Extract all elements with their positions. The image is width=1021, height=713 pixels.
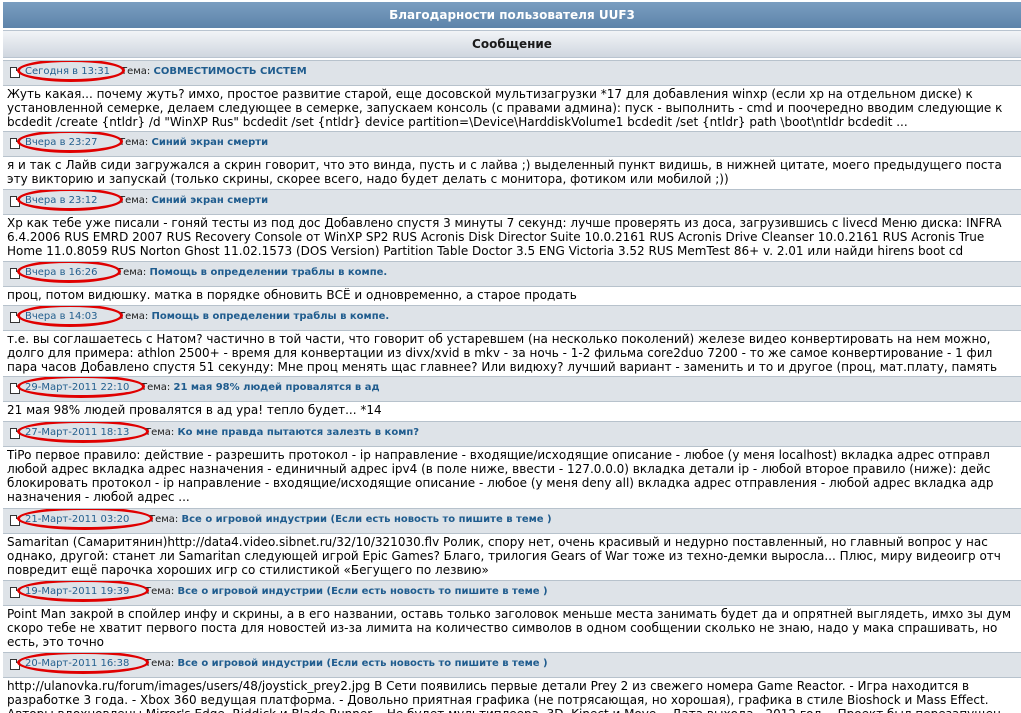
post-header: Вчера в 23:27 Тема: Синий экран смерти [3, 131, 1021, 157]
topic-prefix: Тема: [145, 427, 175, 438]
post-header: 27-Март-2011 18:13 Тема: Ко мне правда пы… [3, 421, 1021, 447]
post-topic-link[interactable]: Все о игровой индустрии (Если есть новос… [178, 658, 548, 669]
post-header: 20-Март-2011 16:38 Тема: Все о игровой ин… [3, 652, 1021, 678]
post-text-line: т.е. вы соглашаетесь с Натом? частично в… [7, 332, 991, 346]
post-text-line: есть, это точно [7, 635, 105, 649]
thanks-page: Благодарности пользователя UUF3 Сообщени… [0, 0, 1021, 713]
post-date-link[interactable]: Вчера в 23:27 [25, 132, 97, 154]
topic-prefix: Тема: [145, 586, 175, 597]
post-text-line: эту викторию и запускай (только скрины, … [7, 172, 729, 186]
topic-prefix: Тема: [119, 195, 149, 206]
post-date-link[interactable]: Вчера в 16:26 [25, 262, 97, 284]
post-text-line: Point Man закрой в спойлер инфу и скрины… [7, 607, 1012, 621]
post-text-line: однако, другой: станет ли Samaritan след… [7, 549, 1001, 563]
post-topic-link[interactable]: СОВМЕСТИМОСТЬ СИСТЕМ [154, 66, 307, 77]
post-document-icon [10, 138, 20, 149]
post-date-link[interactable]: Сегодня в 13:31 [25, 61, 110, 83]
post-header: 21-Март-2011 03:20 Тема: Все о игровой ин… [3, 508, 1021, 534]
post-body: Хр как тебе уже писали - гоняй тесты из … [7, 216, 1021, 258]
post-header: Сегодня в 13:31 Тема: СОВМЕСТИМОСТЬ СИСТЕ… [3, 60, 1021, 86]
post-body: Жуть какая... почему жуть? имхо, простое… [7, 87, 1021, 129]
post-header: 19-Март-2011 19:39 Тема: Все о игровой ин… [3, 580, 1021, 606]
post-body: Samaritan (Самаритянин)http://data4.vide… [7, 535, 1021, 577]
post-text-line: повредит ещё парочка хороших игр со стил… [7, 563, 489, 577]
post-topic-link[interactable]: Синий экран смерти [152, 137, 269, 148]
post-date-link[interactable]: 20-Март-2011 16:38 [25, 653, 129, 675]
post-topic-line: Тема: Все о игровой индустрии (Если есть… [145, 653, 548, 675]
post-text-line: пара часов Добавлено спустя 51 секунду: … [7, 360, 998, 374]
post-body: Point Man закрой в спойлер инфу и скрины… [7, 607, 1021, 649]
post-text-line: bcdedit /create {ntldr} /d "WinXP Rus" b… [7, 115, 908, 129]
post-topic-line: Тема: 21 мая 98% людей провалятся в ад [141, 377, 380, 399]
post-text-line: скоро тебе не хватит первого поста для н… [7, 621, 998, 635]
topic-prefix: Тема: [149, 514, 179, 525]
post-text-line: Жуть какая... почему жуть? имхо, простое… [7, 87, 973, 101]
post-topic-link[interactable]: Помощь в определении траблы в компе. [152, 311, 390, 322]
post-header: Вчера в 14:03 Тема: Помощь в определении … [3, 305, 1021, 331]
post-body: проц, потом видюшку. матка в порядке обн… [7, 288, 1021, 302]
post-date-link[interactable]: Вчера в 14:03 [25, 306, 97, 328]
post-text-line: Хр как тебе уже писали - гоняй тесты из … [7, 216, 1002, 230]
post-text-line: 6.4.2006 RUS EMRD 2007 RUS Recovery Cons… [7, 230, 985, 244]
post-text-line: назначения - любой адрес ... [7, 490, 190, 504]
post-text-line: Авторы вдохновлены Mirror's Edge, Riddic… [7, 707, 1021, 713]
topic-prefix: Тема: [119, 311, 149, 322]
post-text-line: Home 11.0.8059 RUS Norton Ghost 11.02.15… [7, 244, 964, 258]
post-text-line: TiPo первое правило: действие - разрешит… [7, 448, 990, 462]
post-topic-line: Тема: СОВМЕСТИМОСТЬ СИСТЕМ [121, 61, 307, 83]
post-topic-line: Тема: Синий экран смерти [119, 190, 268, 212]
post-topic-link[interactable]: Все о игровой индустрии (Если есть новос… [178, 586, 548, 597]
post-topic-link[interactable]: Все о игровой индустрии (Если есть новос… [182, 514, 552, 525]
post-document-icon [10, 587, 20, 598]
post-body: я и так с Лайв сиди загружался а скрин г… [7, 158, 1021, 186]
post-topic-line: Тема: Ко мне правда пытаются залезть в к… [145, 422, 419, 444]
post-document-icon [10, 268, 20, 279]
post-document-icon [10, 312, 20, 323]
post-topic-line: Тема: Синий экран смерти [119, 132, 268, 154]
post-text-line: Samaritan (Самаритянин)http://data4.vide… [7, 535, 988, 549]
post-topic-link[interactable]: Синий экран смерти [152, 195, 269, 206]
post-document-icon [10, 428, 20, 439]
post-text-line: проц, потом видюшку. матка в порядке обн… [7, 288, 577, 302]
page-title: Благодарности пользователя UUF3 [3, 2, 1021, 28]
post-body: TiPo первое правило: действие - разрешит… [7, 448, 1021, 504]
post-body: http://ulanovka.ru/forum/images/users/48… [7, 679, 1021, 713]
post-topic-line: Тема: Все о игровой индустрии (Если есть… [149, 509, 552, 531]
post-document-icon [10, 515, 20, 526]
topic-prefix: Тема: [145, 658, 175, 669]
post-text-line: блокировать протокол - ip направление - … [7, 476, 994, 490]
post-text-line: долго для примера: athlon 2500+ - время … [7, 346, 993, 360]
post-text-line: я и так с Лайв сиди загружался а скрин г… [7, 158, 1002, 172]
post-text-line: http://ulanovka.ru/forum/images/users/48… [7, 679, 970, 693]
post-date-link[interactable]: 19-Март-2011 19:39 [25, 581, 129, 603]
post-topic-line: Тема: Помощь в определении траблы в комп… [119, 306, 389, 328]
post-header: Вчера в 16:26 Тема: Помощь в определении … [3, 261, 1021, 287]
post-date-link[interactable]: 27-Март-2011 18:13 [25, 422, 129, 444]
post-body: т.е. вы соглашаетесь с Натом? частично в… [7, 332, 1021, 374]
post-topic-link[interactable]: 21 мая 98% людей провалятся в ад [174, 382, 380, 393]
topic-prefix: Тема: [119, 137, 149, 148]
post-text-line: 21 мая 98% людей провалятся в ад ура! те… [7, 403, 382, 417]
post-text-line: любой адрес вкладка адрес назначения - е… [7, 462, 991, 476]
post-text-line: установленной семерке, делаем следующее … [7, 101, 1003, 115]
post-date-link[interactable]: 21-Март-2011 03:20 [25, 509, 129, 531]
post-document-icon [10, 196, 20, 207]
post-header: 29-Март-2011 22:10 Тема: 21 мая 98% людей… [3, 376, 1021, 402]
post-document-icon [10, 383, 20, 394]
topic-prefix: Тема: [121, 66, 151, 77]
topic-prefix: Тема: [117, 267, 147, 278]
topic-prefix: Тема: [141, 382, 171, 393]
column-header-message: Сообщение [3, 30, 1021, 58]
post-topic-link[interactable]: Ко мне правда пытаются залезть в комп? [178, 427, 420, 438]
post-text-line: разработке 3 года. - Xbox 360 ведущая пл… [7, 693, 989, 707]
post-date-link[interactable]: Вчера в 23:12 [25, 190, 97, 212]
post-header: Вчера в 23:12 Тема: Синий экран смерти [3, 189, 1021, 215]
post-body: 21 мая 98% людей провалятся в ад ура! те… [7, 403, 1021, 417]
post-date-link[interactable]: 29-Март-2011 22:10 [25, 377, 129, 399]
post-document-icon [10, 67, 20, 78]
post-topic-link[interactable]: Помощь в определении траблы в компе. [150, 267, 388, 278]
post-topic-line: Тема: Все о игровой индустрии (Если есть… [145, 581, 548, 603]
post-document-icon [10, 659, 20, 670]
post-topic-line: Тема: Помощь в определении траблы в комп… [117, 262, 387, 284]
